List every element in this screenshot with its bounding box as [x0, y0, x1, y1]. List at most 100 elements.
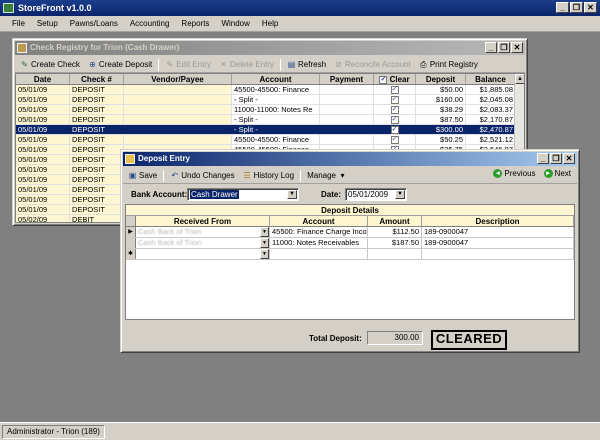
account-cell[interactable]: 11000-11000: Notes Re	[232, 105, 320, 114]
check-number-cell[interactable]: DEPOSIT	[70, 105, 124, 114]
deposit-entry-title-bar[interactable]: Deposit Entry _ ❐ ✕	[123, 152, 577, 166]
chevron-down-icon[interactable]: ▼	[287, 190, 297, 199]
close-button[interactable]: ✕	[584, 2, 597, 13]
account-cell[interactable]: 45500-45500: Finance	[232, 85, 320, 94]
check-number-cell[interactable]: DEPOSIT	[70, 205, 124, 214]
account-cell[interactable]: 11000: Notes Receivables	[270, 238, 368, 248]
date-cell[interactable]: 05/01/09	[16, 185, 70, 194]
check-number-cell[interactable]: DEBIT	[70, 215, 124, 222]
date-cell[interactable]: 05/01/09	[16, 205, 70, 214]
clear-checkbox[interactable]: ✓	[390, 86, 399, 94]
deposit-cell[interactable]: $50.00	[416, 85, 466, 94]
account-cell[interactable]: 45500-45500: Finance	[232, 135, 320, 144]
clear-cell[interactable]: ✓	[374, 115, 416, 124]
description-cell[interactable]	[422, 249, 574, 259]
check-number-cell[interactable]: DEPOSIT	[70, 85, 124, 94]
deposit-restore-button[interactable]: ❐	[550, 153, 562, 164]
payment-cell[interactable]	[320, 125, 374, 134]
vendor-cell[interactable]	[124, 135, 232, 144]
description-cell[interactable]: 189-0900047	[422, 238, 574, 248]
col-received-from[interactable]: Received From	[136, 216, 270, 226]
balance-cell[interactable]: $2,083.37	[466, 105, 516, 114]
refresh-button[interactable]: ▤ Refresh	[284, 58, 329, 72]
save-button[interactable]: ▣ Save	[125, 169, 160, 183]
description-cell[interactable]: 189-0900047	[422, 227, 574, 237]
restore-button[interactable]: ❐	[570, 2, 583, 13]
amount-cell[interactable]: $187.50	[368, 238, 422, 248]
check-number-cell[interactable]: DEPOSIT	[70, 145, 124, 154]
col-check-number[interactable]: Check #	[70, 74, 124, 84]
deposit-cell[interactable]: $38.29	[416, 105, 466, 114]
date-cell[interactable]: 05/01/09	[16, 105, 70, 114]
deposit-row[interactable]: Cash Back of Trion ▼ 11000: Notes Receiva…	[126, 238, 574, 249]
payment-cell[interactable]	[320, 115, 374, 124]
clear-cell[interactable]: ✓	[374, 95, 416, 104]
edit-entry-button[interactable]: ✎ Edit Entry	[162, 58, 214, 72]
col-description[interactable]: Description	[422, 216, 574, 226]
vendor-cell[interactable]	[124, 95, 232, 104]
registry-row[interactable]: 05/01/09 DEPOSIT 45500-45500: Finance ✓ $50.…	[16, 85, 524, 95]
manage-dropdown[interactable]: Manage ▾	[304, 169, 350, 183]
col-clear[interactable]: ✓ Clear	[374, 74, 416, 84]
check-number-cell[interactable]: DEPOSIT	[70, 195, 124, 204]
balance-cell[interactable]: $2,045.08	[466, 95, 516, 104]
check-number-cell[interactable]: DEPOSIT	[70, 165, 124, 174]
clear-checkbox[interactable]: ✓	[390, 136, 399, 144]
payment-cell[interactable]	[320, 95, 374, 104]
reconcile-account-button[interactable]: ⊘ Reconcile Account	[331, 58, 414, 72]
vendor-cell[interactable]	[124, 115, 232, 124]
col-account[interactable]: Account	[232, 74, 320, 84]
history-log-button[interactable]: ☰ History Log	[240, 169, 297, 183]
date-cell[interactable]: 05/01/09	[16, 165, 70, 174]
next-button[interactable]: ▸ Next	[543, 169, 571, 178]
col-amount[interactable]: Amount	[368, 216, 422, 226]
col-deposit-account[interactable]: Account	[270, 216, 368, 226]
clear-checkbox[interactable]: ✓	[390, 106, 399, 114]
account-cell[interactable]: 45500: Finance Charge Inco	[270, 227, 368, 237]
clear-checkbox[interactable]: ✓	[390, 126, 399, 134]
account-cell[interactable]	[270, 249, 368, 259]
deposit-close-button[interactable]: ✕	[563, 153, 575, 164]
menu-reports[interactable]: Reports	[175, 16, 215, 31]
date-cell[interactable]: 05/01/09	[16, 175, 70, 184]
minimize-button[interactable]: _	[556, 2, 569, 13]
date-cell[interactable]: 05/01/09	[16, 85, 70, 94]
menu-file[interactable]: File	[6, 16, 31, 31]
balance-cell[interactable]: $1,885.08	[466, 85, 516, 94]
col-deposit[interactable]: Deposit	[416, 74, 466, 84]
scroll-up-icon[interactable]: ▲	[515, 74, 524, 84]
chevron-down-icon[interactable]: ▼	[260, 238, 269, 248]
print-registry-button[interactable]: ⎙ Print Registry	[416, 58, 481, 72]
account-cell[interactable]: - Split -	[232, 115, 320, 124]
col-payment[interactable]: Payment	[320, 74, 374, 84]
chevron-down-icon[interactable]: ▼	[260, 249, 269, 259]
deposit-cell[interactable]: $50.25	[416, 135, 466, 144]
date-cell[interactable]: 05/01/09	[16, 115, 70, 124]
clear-cell[interactable]: ✓	[374, 135, 416, 144]
date-cell[interactable]: 05/01/09	[16, 155, 70, 164]
clear-header-checkbox[interactable]: ✓	[379, 75, 388, 84]
registry-restore-button[interactable]: ❐	[498, 42, 510, 53]
check-registry-title-bar[interactable]: Check Registry for Trion (Cash Drawer) _…	[15, 41, 525, 55]
menu-help[interactable]: Help	[256, 16, 284, 31]
received-from-cell[interactable]: Cash Back of Trion ▼	[136, 227, 270, 237]
clear-checkbox[interactable]: ✓	[390, 116, 399, 124]
deposit-cell[interactable]: $160.00	[416, 95, 466, 104]
menu-setup[interactable]: Setup	[31, 16, 64, 31]
deposit-row[interactable]: ▶ Cash Back of Trion ▼ 45500: Finance Cha…	[126, 227, 574, 238]
payment-cell[interactable]	[320, 105, 374, 114]
deposit-minimize-button[interactable]: _	[537, 153, 549, 164]
undo-changes-button[interactable]: ↶ Undo Changes	[167, 169, 237, 183]
account-cell[interactable]: - Split -	[232, 125, 320, 134]
received-from-cell[interactable]: ▼	[136, 249, 270, 259]
registry-row[interactable]: 05/01/09 DEPOSIT 11000-11000: Notes Re ✓ $38…	[16, 105, 524, 115]
check-number-cell[interactable]: DEPOSIT	[70, 185, 124, 194]
balance-cell[interactable]: $2,470.87	[466, 125, 516, 134]
balance-cell[interactable]: $2,170.87	[466, 115, 516, 124]
delete-entry-button[interactable]: ✕ Delete Entry	[216, 58, 277, 72]
col-date[interactable]: Date	[16, 74, 70, 84]
col-balance[interactable]: Balance	[466, 74, 516, 84]
date-cell[interactable]: 05/01/09	[16, 145, 70, 154]
check-number-cell[interactable]: DEPOSIT	[70, 135, 124, 144]
create-deposit-button[interactable]: ⊕ Create Deposit	[85, 58, 155, 72]
